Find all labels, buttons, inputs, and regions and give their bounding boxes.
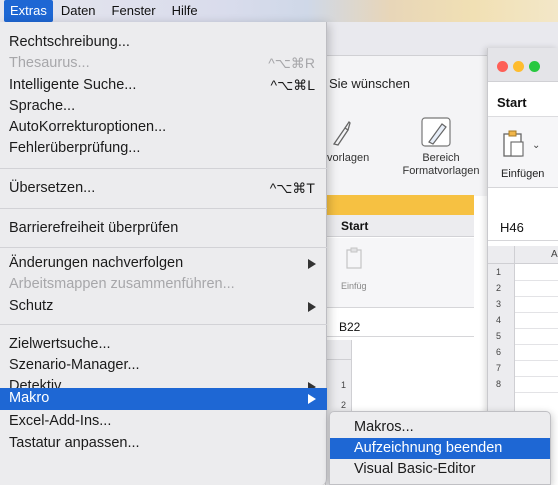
menu-item-fehlerueberpruefung[interactable]: Fehlerüberprüfung...: [0, 138, 327, 160]
menu-item-label: Änderungen nachverfolgen: [9, 255, 184, 271]
grid-line: [515, 296, 558, 297]
menu-item-shortcut: ^⌥⌘R: [268, 55, 315, 71]
close-window-button[interactable]: [497, 61, 508, 72]
menu-item-aenderungen-nachverfolgen[interactable]: Änderungen nachverfolgen: [0, 253, 327, 275]
extras-menu: Rechtschreibung... Thesaurus... ^⌥⌘R Int…: [0, 22, 327, 485]
submenu-arrow-icon: [308, 302, 316, 312]
grid-line: [515, 392, 558, 393]
submenu-arrow-icon: [308, 394, 316, 404]
submenu-item-label: Aufzeichnung beenden: [354, 440, 503, 456]
minimize-window-button[interactable]: [513, 61, 524, 72]
menu-item-label: Thesaurus...: [9, 55, 90, 71]
window-titlebar: [326, 195, 474, 215]
menu-item-label: Barrierefreiheit überprüfen: [9, 220, 179, 236]
menu-item-label: Fehlerüberprüfung...: [9, 140, 141, 156]
menu-item-label: Rechtschreibung...: [9, 34, 130, 50]
window-titlebar: [488, 48, 558, 82]
menu-separator: [0, 208, 327, 209]
menu-item-uebersetzen[interactable]: Übersetzen... ^⌥⌘T: [0, 178, 327, 200]
row-header[interactable]: 1: [496, 267, 501, 277]
grid-line: [515, 280, 558, 281]
menubar-fenster[interactable]: Fenster: [104, 0, 164, 22]
menu-item-label: AutoKorrekturoptionen...: [9, 119, 167, 135]
submenu-item-makros[interactable]: Makros...: [330, 417, 550, 438]
menubar-hilfe[interactable]: Hilfe: [164, 0, 206, 22]
menu-item-label: Intelligente Suche...: [9, 77, 137, 93]
bereich-formatvorlagen-label: Bereich Formatvorlagen: [402, 152, 480, 177]
select-all-corner[interactable]: [488, 246, 515, 264]
paste-icon[interactable]: [502, 130, 524, 158]
menu-bar: Extras Daten Fenster Hilfe: [0, 0, 558, 22]
menu-item-label: Excel-Add-Ins...: [9, 413, 112, 429]
menu-item-shortcut: ^⌥⌘L: [270, 77, 316, 93]
menu-item-sprache[interactable]: Sprache...: [0, 96, 327, 118]
grid-line: [515, 344, 558, 345]
menu-item-label: Tastatur anpassen...: [9, 435, 140, 451]
tab-start[interactable]: Start: [341, 219, 368, 233]
column-header-label: A: [551, 249, 558, 260]
paste-icon[interactable]: [345, 247, 363, 269]
submenu-item-label: Visual Basic-Editor: [354, 461, 476, 477]
menu-item-zielwertsuche[interactable]: Zielwertsuche...: [0, 334, 327, 356]
cell-styles-icon[interactable]: [420, 114, 454, 150]
menu-item-rechtschreibung[interactable]: Rechtschreibung...: [0, 32, 327, 54]
name-box[interactable]: B22: [326, 315, 474, 337]
menu-item-label: Zielwertsuche...: [9, 336, 111, 352]
paste-label: Einfügen: [501, 168, 545, 180]
row-header[interactable]: 3: [496, 299, 501, 309]
menubar-extras[interactable]: Extras: [4, 0, 53, 22]
menu-item-intelligente-suche[interactable]: Intelligente Suche... ^⌥⌘L: [0, 75, 327, 97]
menu-item-autokorrekturoptionen[interactable]: AutoKorrekturoptionen...: [0, 117, 327, 139]
row-header[interactable]: 4: [496, 315, 501, 325]
menu-separator: [0, 168, 327, 169]
zoom-window-button[interactable]: [529, 61, 540, 72]
menu-separator: [0, 324, 327, 325]
grid-line: [515, 328, 558, 329]
menu-item-label: Arbeitsmappen zusammenführen...: [9, 276, 235, 292]
menu-item-shortcut: ^⌥⌘T: [269, 180, 315, 196]
makro-submenu: Makros... Aufzeichnung beenden Visual Ba…: [329, 411, 551, 485]
row-header[interactable]: 8: [496, 379, 501, 389]
vorlagen-label: vorlagen: [327, 152, 370, 164]
submenu-item-aufzeichnung-beenden[interactable]: Aufzeichnung beenden: [330, 438, 550, 459]
menubar-daten[interactable]: Daten: [53, 0, 104, 22]
menu-item-barrierefreiheit[interactable]: Barrierefreiheit überprüfen: [0, 218, 327, 240]
row-header[interactable]: 2: [496, 283, 501, 293]
submenu-arrow-icon: [308, 259, 316, 269]
menu-item-arbeitsmappen-zusammenfuehren: Arbeitsmappen zusammenführen...: [0, 274, 327, 296]
menu-item-excel-add-ins[interactable]: Excel-Add-Ins...: [0, 411, 327, 433]
name-box[interactable]: H46: [488, 213, 558, 241]
cell-reference: H46: [500, 220, 524, 235]
grid-line: [515, 360, 558, 361]
row-header[interactable]: 2: [341, 400, 346, 410]
menu-item-makro[interactable]: Makro: [0, 388, 327, 410]
menu-item-label: Szenario-Manager...: [9, 357, 140, 373]
row-header[interactable]: 5: [496, 331, 501, 341]
menu-item-label: Schutz: [9, 298, 54, 314]
row-header[interactable]: 6: [496, 347, 501, 357]
menu-item-label: Makro: [9, 390, 50, 406]
row-header[interactable]: 1: [341, 380, 346, 390]
menu-item-schutz[interactable]: Schutz: [0, 296, 327, 318]
select-all-corner[interactable]: [326, 340, 352, 360]
format-brush-icon[interactable]: [331, 120, 351, 146]
menu-item-szenario-manager[interactable]: Szenario-Manager...: [0, 355, 327, 377]
grid-line: [515, 376, 558, 377]
tab-start[interactable]: Start: [497, 95, 527, 110]
ribbon-search-hint: Sie wünschen: [329, 76, 410, 91]
row-header[interactable]: 7: [496, 363, 501, 373]
chevron-down-icon[interactable]: ⌄: [532, 140, 540, 151]
column-header[interactable]: A: [515, 246, 558, 264]
cell-reference: B22: [339, 320, 361, 334]
menu-separator: [0, 247, 327, 248]
paste-label: Einfüg: [341, 281, 367, 291]
submenu-item-label: Makros...: [354, 419, 414, 435]
menu-item-thesaurus: Thesaurus... ^⌥⌘R: [0, 53, 327, 75]
menu-item-label: Übersetzen...: [9, 180, 96, 196]
submenu-item-visual-basic-editor[interactable]: Visual Basic-Editor: [330, 459, 550, 480]
menu-item-label: Sprache...: [9, 98, 76, 114]
grid-line: [515, 312, 558, 313]
menu-item-tastatur-anpassen[interactable]: Tastatur anpassen...: [0, 433, 327, 455]
